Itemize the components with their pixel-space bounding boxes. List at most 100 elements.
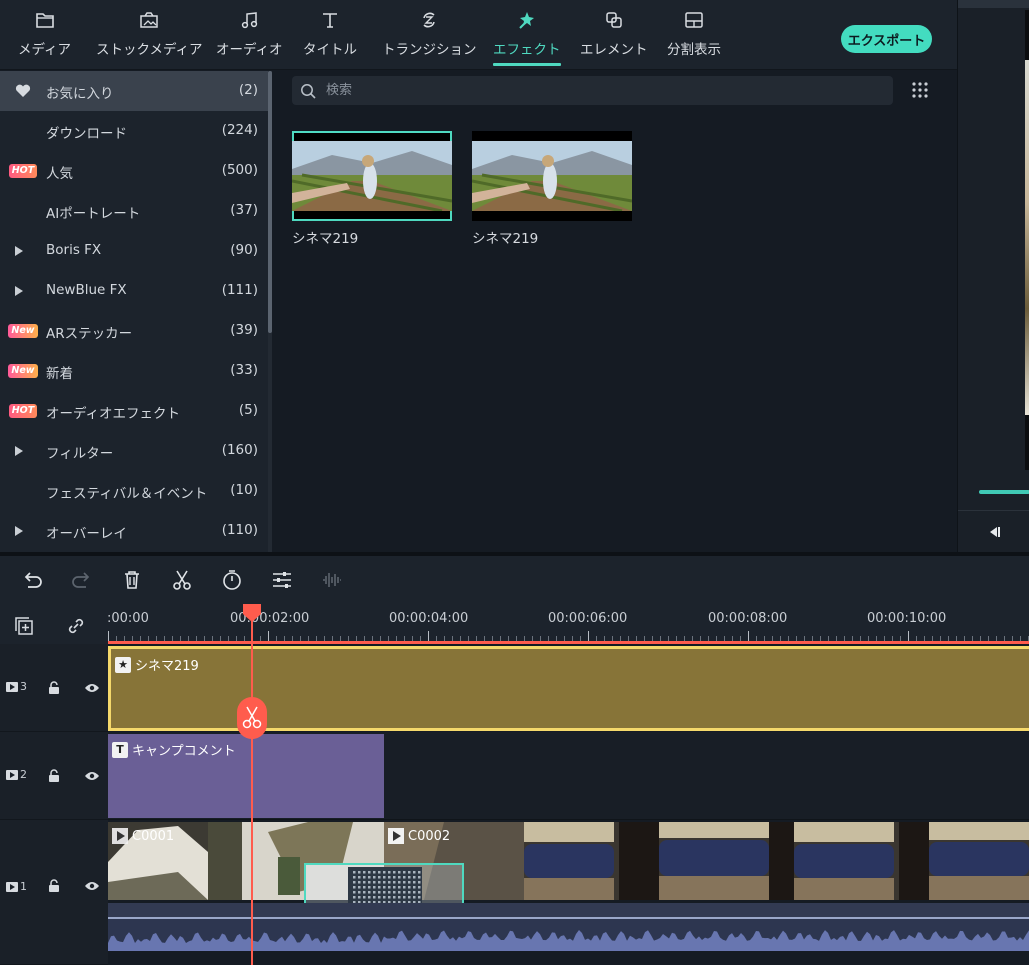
grid-dots-icon [912, 82, 928, 98]
video-clip-icon [388, 828, 404, 844]
timeline-header-controls [0, 604, 108, 644]
sidebar-item-label: ダウンロード [46, 126, 127, 142]
playhead-handle[interactable] [243, 604, 261, 622]
sidebar-item[interactable]: オーバーレイ (110) [0, 511, 268, 551]
sidebar-item[interactable]: New 新着 (33) [0, 351, 268, 391]
sidebar-item[interactable]: Boris FX (90) [0, 231, 268, 271]
eye-icon[interactable] [84, 683, 100, 693]
title-clip[interactable]: T キャンプコメント [108, 734, 384, 818]
sidebar-item[interactable]: お気に入り (2) [0, 71, 268, 111]
badge: HOT [8, 403, 38, 419]
music-note-icon [237, 8, 261, 32]
sidebar-item-count: (33) [230, 362, 258, 378]
export-button[interactable]: エクスポート [841, 25, 932, 53]
tab-titles[interactable]: タイトル [303, 8, 357, 66]
track-header: 1 [0, 820, 108, 965]
sidebar-item[interactable]: HOT オーディオエフェクト (5) [0, 391, 268, 431]
search-input[interactable] [326, 76, 866, 105]
sidebar-item[interactable]: New ARステッカー (39) [0, 311, 268, 351]
tab-label: エレメント [580, 42, 648, 58]
clip-label: C0001 [132, 828, 175, 844]
effect-thumbnail [472, 131, 632, 221]
playhead[interactable] [251, 610, 253, 965]
delete-icon[interactable] [120, 568, 144, 592]
sidebar-item-label: フェスティバル＆イベント [46, 486, 208, 502]
redo-icon[interactable] [70, 568, 94, 592]
undo-icon[interactable] [20, 568, 44, 592]
video-clip-icon [112, 828, 128, 844]
badge-hot: HOT [8, 164, 38, 178]
clip-thumbnails [384, 822, 1029, 900]
sidebar-item-label: フィルター [46, 446, 114, 462]
top-toolbar: メディア ストックメディア オーディオ タイトル トランジション エフェクト エ… [0, 0, 957, 70]
video-track-icon [6, 681, 18, 692]
audio-waveform-icon[interactable] [320, 568, 344, 592]
sidebar-item[interactable]: フェスティバル＆イベント (10) [0, 471, 268, 511]
drag-preview-clip[interactable] [304, 863, 464, 908]
tab-split-screen[interactable]: 分割表示 [667, 8, 721, 66]
track-number: 1 [20, 880, 27, 893]
link-icon[interactable] [66, 616, 86, 640]
sidebar-item[interactable]: ダウンロード (224) [0, 111, 268, 151]
sidebar-item-label: AIポートレート [46, 206, 141, 222]
lock-icon[interactable] [48, 769, 60, 782]
sidebar-item-label: オーバーレイ [46, 526, 127, 542]
badge: New [8, 323, 38, 339]
tab-label: 分割表示 [667, 42, 721, 58]
add-track-icon[interactable] [14, 616, 34, 640]
sidebar-item[interactable]: AIポートレート (37) [0, 191, 268, 231]
audio-waveform-track[interactable] [108, 903, 1029, 951]
speed-timer-icon[interactable] [220, 568, 244, 592]
video-clip[interactable]: C0002 [384, 822, 1029, 900]
tab-elements[interactable]: エレメント [580, 8, 648, 66]
elements-icon [602, 8, 626, 32]
sidebar-item-label: ARステッカー [46, 326, 133, 342]
title-t-icon [318, 8, 342, 32]
sidebar-item-label: NewBlue FX [46, 282, 127, 298]
timecode-label: 00:00:08:00 [708, 611, 788, 626]
clip-label: C0002 [408, 828, 451, 844]
search-bar[interactable] [292, 76, 893, 105]
grid-view-button[interactable] [910, 80, 930, 100]
sidebar-item-count: (10) [230, 482, 258, 498]
effect-card[interactable]: シネマ219 [292, 131, 452, 247]
scissor-icon[interactable] [237, 697, 267, 739]
sidebar-item-label: オーディオエフェクト [46, 406, 181, 422]
tab-label: ストックメディア [96, 42, 203, 58]
tab-transitions[interactable]: トランジション [382, 8, 477, 66]
expand-arrow-icon [4, 443, 34, 459]
track-headers: 3 2 1 [0, 644, 108, 965]
sidebar-item-count: (500) [221, 162, 258, 178]
eye-icon[interactable] [84, 771, 100, 781]
tab-effects[interactable]: エフェクト [493, 8, 561, 66]
divider [958, 510, 1029, 511]
lock-icon[interactable] [48, 681, 60, 694]
badge-hot: HOT [8, 404, 38, 418]
transition-icon [417, 8, 441, 32]
sidebar-item-label: Boris FX [46, 242, 102, 258]
sidebar-item-count: (39) [230, 322, 258, 338]
folder-icon [33, 8, 57, 32]
tab-audio[interactable]: オーディオ [216, 8, 283, 66]
track-header: 2 [0, 732, 108, 820]
effect-card[interactable]: シネマ219 [472, 131, 632, 247]
tab-media[interactable]: メディア [18, 8, 71, 66]
split-screen-icon [682, 8, 706, 32]
adjust-sliders-icon[interactable] [270, 568, 294, 592]
tab-label: オーディオ [216, 42, 283, 58]
sidebar-item[interactable]: NewBlue FX (111) [0, 271, 268, 311]
sidebar-item[interactable]: フィルター (160) [0, 431, 268, 471]
eye-icon[interactable] [84, 881, 100, 891]
timecode-label: :00:00 [107, 611, 149, 626]
cut-icon[interactable] [170, 568, 194, 592]
sidebar-item[interactable]: HOT 人気 (500) [0, 151, 268, 191]
preview-progress-bar[interactable] [979, 490, 1029, 494]
sidebar-item-count: (110) [221, 522, 258, 538]
tab-stock-media[interactable]: ストックメディア [96, 8, 203, 66]
step-back-icon[interactable] [986, 524, 1002, 540]
lock-icon[interactable] [48, 879, 60, 892]
timecode-label: 00:00:02:00 [230, 611, 310, 626]
search-icon [301, 84, 316, 99]
